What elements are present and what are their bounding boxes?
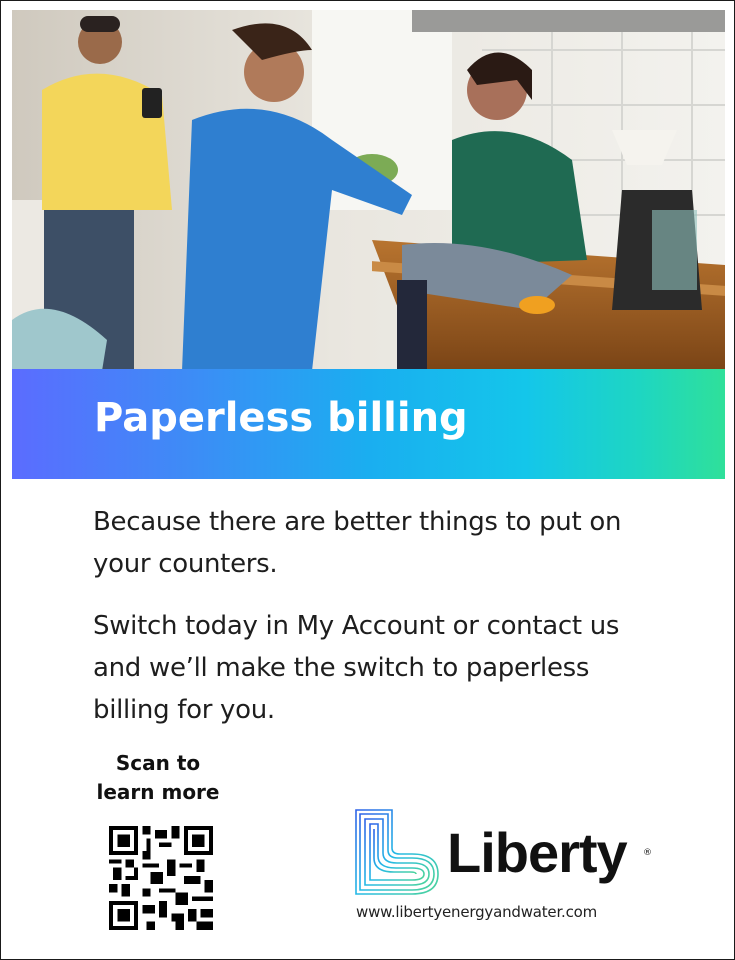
liberty-wordmark: Liberty — [447, 821, 628, 884]
switch-paragraph: Switch today in My Account or contact us… — [93, 611, 620, 725]
registered-mark: ® — [643, 848, 652, 858]
family-kitchen-photo — [12, 10, 725, 371]
paperless-billing-flyer: Paperless billing Because there are bett… — [0, 0, 735, 960]
qr-code-icon[interactable] — [109, 826, 213, 930]
qr-caption: Scan to learn more — [73, 749, 243, 807]
qr-caption-line2: learn more — [96, 780, 220, 804]
page-title: Paperless billing — [94, 395, 468, 441]
intro-paragraph: Because there are better things to put o… — [93, 507, 622, 579]
website-link[interactable]: www.libertyenergyandwater.com — [356, 903, 597, 921]
title-banner: Paperless billing — [12, 369, 725, 479]
qr-caption-line1: Scan to — [115, 751, 201, 775]
